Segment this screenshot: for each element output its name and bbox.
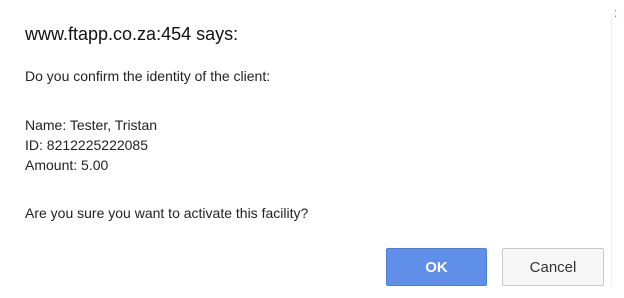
- client-id-line: ID: 8212225222085: [25, 137, 148, 153]
- client-name-line: Name: Tester, Tristan: [25, 117, 158, 133]
- dialog-title: www.ftapp.co.za:454 says:: [25, 24, 239, 44]
- dialog-question: Do you confirm the identity of the clien…: [25, 68, 271, 84]
- window-edge-mark-icon: ⁚: [614, 9, 618, 20]
- ok-button[interactable]: OK: [386, 248, 487, 286]
- dialog-edge: [611, 16, 612, 286]
- cancel-button[interactable]: Cancel: [502, 248, 604, 286]
- confirm-dialog: ⁚ www.ftapp.co.za:454 says: Do you confi…: [0, 0, 624, 298]
- confirm-question: Are you sure you want to activate this f…: [25, 205, 309, 221]
- amount-line: Amount: 5.00: [25, 157, 109, 173]
